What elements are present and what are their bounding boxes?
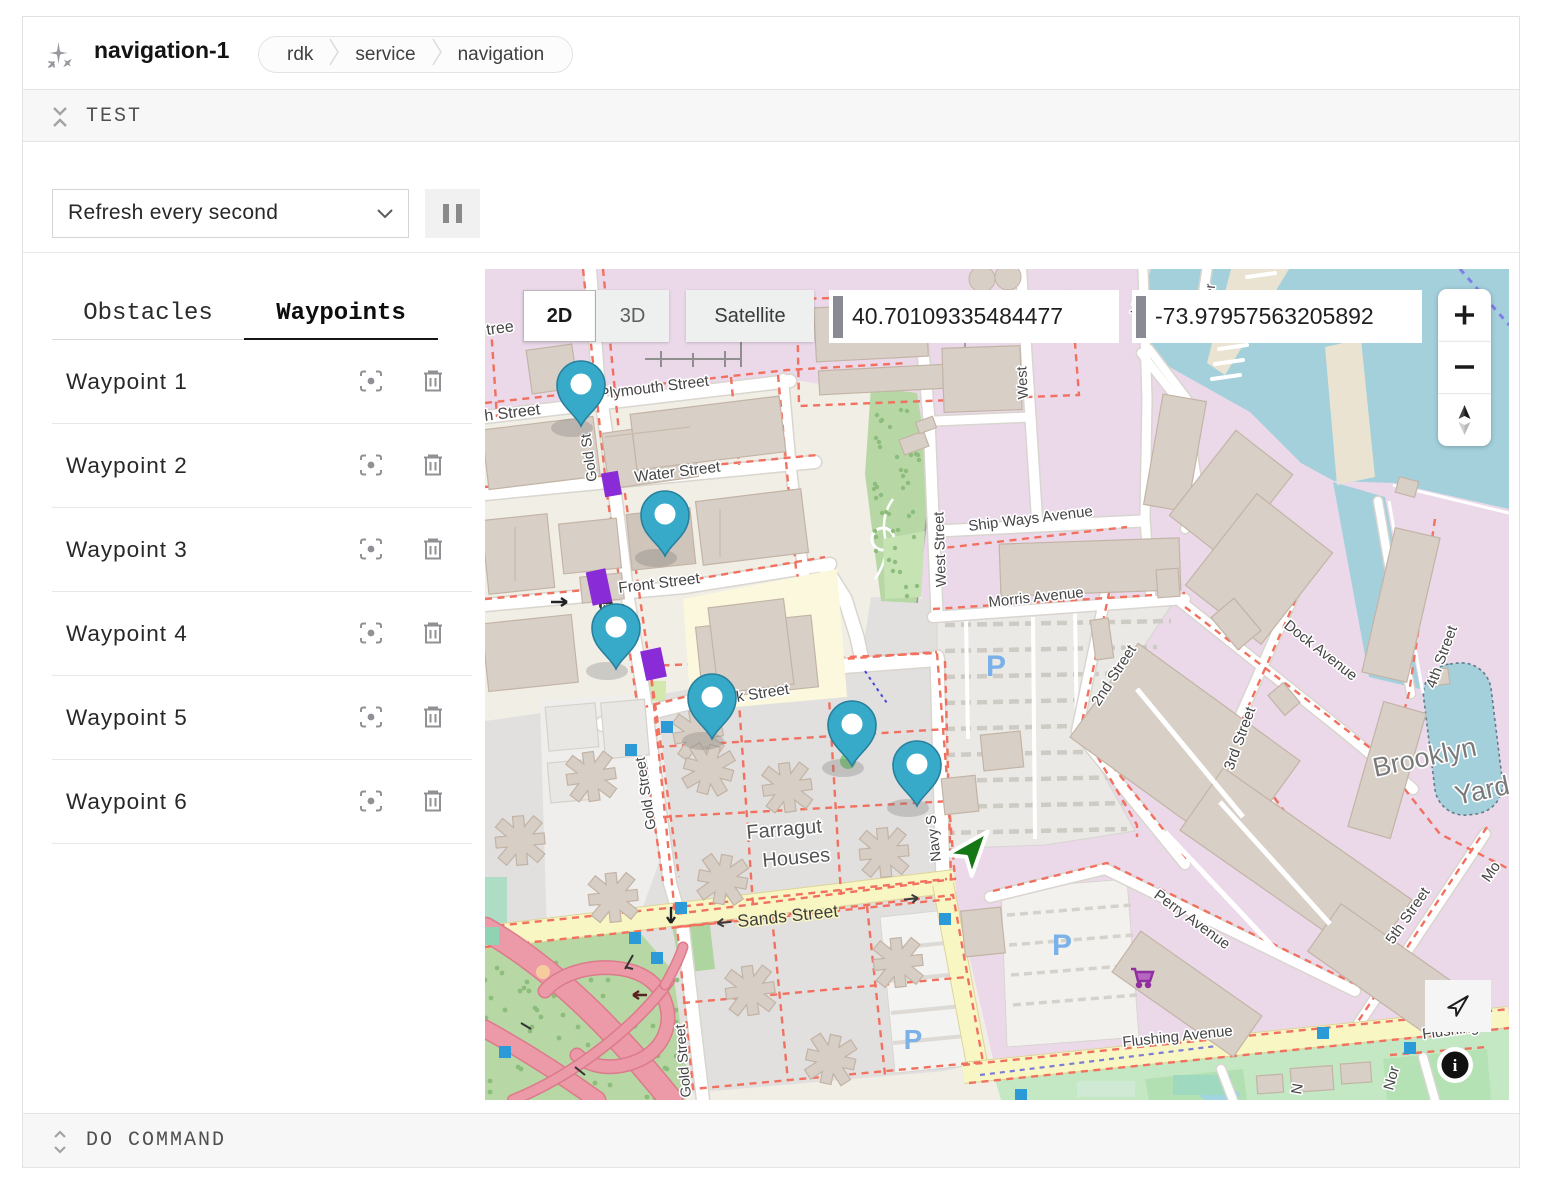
svg-text:P: P [986,650,1006,683]
svg-text:West: West [1014,366,1032,400]
svg-text:P: P [1052,929,1072,962]
svg-text:West Street: West Street [931,511,950,587]
svg-text:i: i [1453,1056,1458,1075]
svg-text:P: P [904,1024,923,1055]
